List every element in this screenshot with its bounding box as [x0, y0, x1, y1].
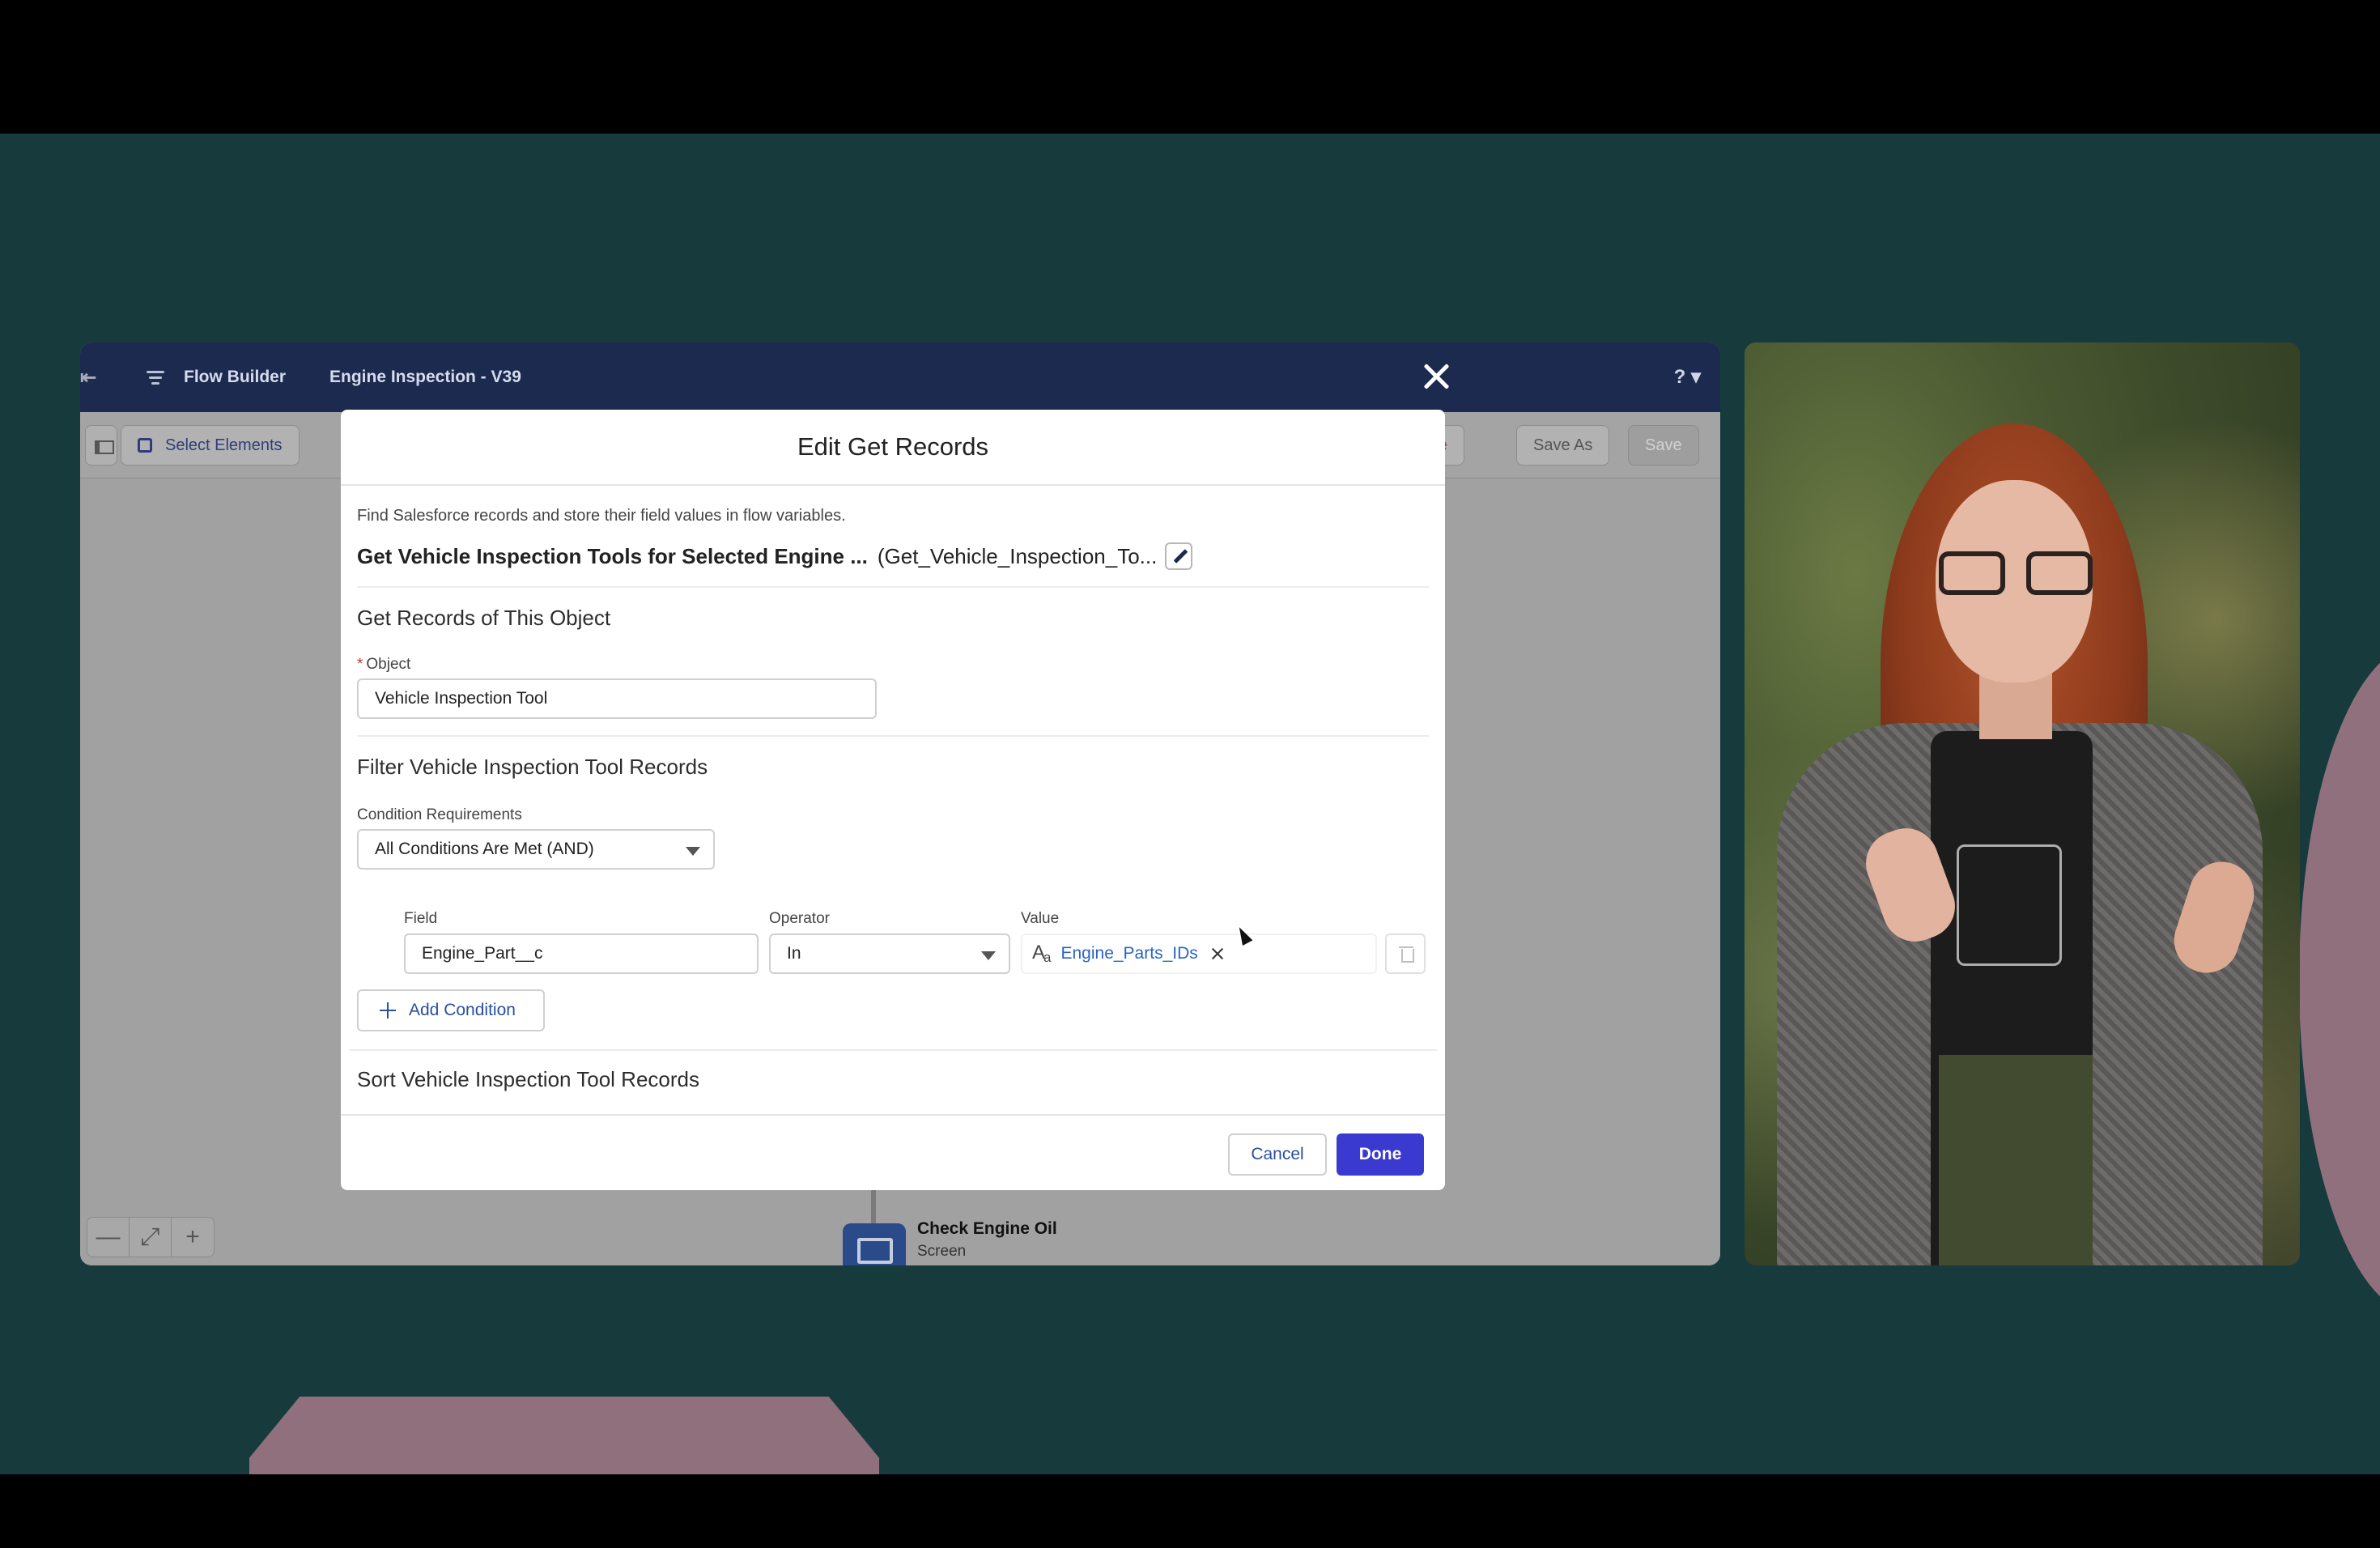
modal-footer: Cancel Done: [341, 1114, 1445, 1190]
app-header: ⇤ Flow Builder Engine Inspection - V39 ?…: [80, 342, 1720, 412]
close-icon[interactable]: [1420, 360, 1452, 393]
add-condition-label: Add Condition: [409, 1001, 516, 1019]
decorative-arc: [2299, 644, 2380, 1316]
operator-column-label: Operator: [769, 910, 830, 927]
select-elements-button[interactable]: Select Elements: [121, 425, 300, 466]
flow-builder-icon: [147, 367, 168, 388]
condition-value-input[interactable]: Aa Engine_Parts_IDs: [1021, 933, 1377, 974]
zoom-in-button[interactable]: +: [172, 1218, 214, 1257]
condition-field-input[interactable]: Engine_Part__c: [404, 933, 759, 974]
shirt-print: [1957, 844, 2062, 966]
help-menu-icon[interactable]: ? ▾: [1674, 365, 1701, 389]
field-column-label: Field: [404, 910, 438, 927]
zoom-controls: — ⤢ +: [87, 1217, 215, 1257]
save-as-label: Save As: [1533, 436, 1593, 454]
condition-field-value: Engine_Part__c: [422, 944, 543, 963]
modal-description: Find Salesforce records and store their …: [357, 507, 846, 525]
object-label: * Object: [357, 656, 410, 674]
node-title[interactable]: Check Engine Oil: [917, 1219, 1057, 1239]
delete-condition-icon[interactable]: [1385, 933, 1426, 974]
done-button[interactable]: Done: [1337, 1133, 1424, 1176]
divider: [349, 1049, 1437, 1051]
divider: [357, 586, 1429, 588]
select-elements-label: Select Elements: [165, 436, 283, 454]
node-subtitle: Screen: [917, 1243, 967, 1260]
condition-value-pill[interactable]: Engine_Parts_IDs: [1060, 944, 1197, 963]
speaker-video: [1745, 342, 2300, 1265]
condition-operator-value: In: [787, 944, 801, 963]
object-lookup-input[interactable]: Vehicle Inspection Tool: [357, 678, 877, 719]
text-type-icon: Aa: [1032, 942, 1052, 965]
save-button[interactable]: Save: [1628, 425, 1699, 466]
cancel-button[interactable]: Cancel: [1228, 1133, 1327, 1176]
speaker-skirt: [1939, 1055, 2093, 1265]
plus-icon: [380, 1002, 396, 1019]
letterbox-bottom: [0, 1474, 2380, 1548]
condition-requirements-select[interactable]: All Conditions Are Met (AND): [357, 829, 715, 870]
edit-get-records-modal: Edit Get Records Find Salesforce records…: [341, 410, 1445, 1190]
condition-requirements-value: All Conditions Are Met (AND): [375, 840, 594, 858]
add-condition-button[interactable]: Add Condition: [357, 989, 545, 1031]
condition-operator-select[interactable]: In: [769, 933, 1010, 974]
decorative-hexagon: [249, 1397, 879, 1474]
product-label: Flow Builder: [184, 368, 286, 386]
object-value: Vehicle Inspection Tool: [375, 689, 548, 708]
required-marker: *: [357, 656, 363, 673]
value-column-label: Value: [1021, 910, 1060, 927]
object-section-title: Get Records of This Object: [357, 606, 611, 630]
flow-name: Engine Inspection - V39: [329, 368, 521, 386]
element-name-row: Get Vehicle Inspection Tools for Selecte…: [357, 542, 1193, 570]
modal-title: Edit Get Records: [797, 432, 989, 461]
letterbox-top: [0, 0, 2380, 134]
element-api-name: (Get_Vehicle_Inspection_To...: [877, 543, 1158, 568]
element-label: Get Vehicle Inspection Tools for Selecte…: [357, 543, 868, 568]
screen-element-icon[interactable]: [843, 1223, 906, 1265]
toggle-panel-icon[interactable]: [85, 425, 117, 466]
back-icon[interactable]: ⇤: [80, 366, 96, 389]
select-elements-icon: [138, 438, 152, 453]
filter-section-title: Filter Vehicle Inspection Tool Records: [357, 755, 708, 779]
fit-view-button[interactable]: ⤢: [130, 1218, 172, 1257]
object-label-text: Object: [366, 656, 411, 673]
condition-requirements-label: Condition Requirements: [357, 806, 522, 823]
divider: [357, 735, 1429, 737]
save-as-button[interactable]: Save As: [1516, 425, 1610, 466]
remove-value-icon[interactable]: [1211, 947, 1224, 960]
zoom-out-button[interactable]: —: [87, 1218, 130, 1257]
glasses-icon: [1939, 551, 2093, 597]
modal-header: Edit Get Records: [341, 410, 1445, 486]
edit-pencil-icon[interactable]: [1165, 542, 1193, 570]
sort-section-title: Sort Vehicle Inspection Tool Records: [357, 1067, 699, 1091]
save-label: Save: [1645, 436, 1682, 454]
